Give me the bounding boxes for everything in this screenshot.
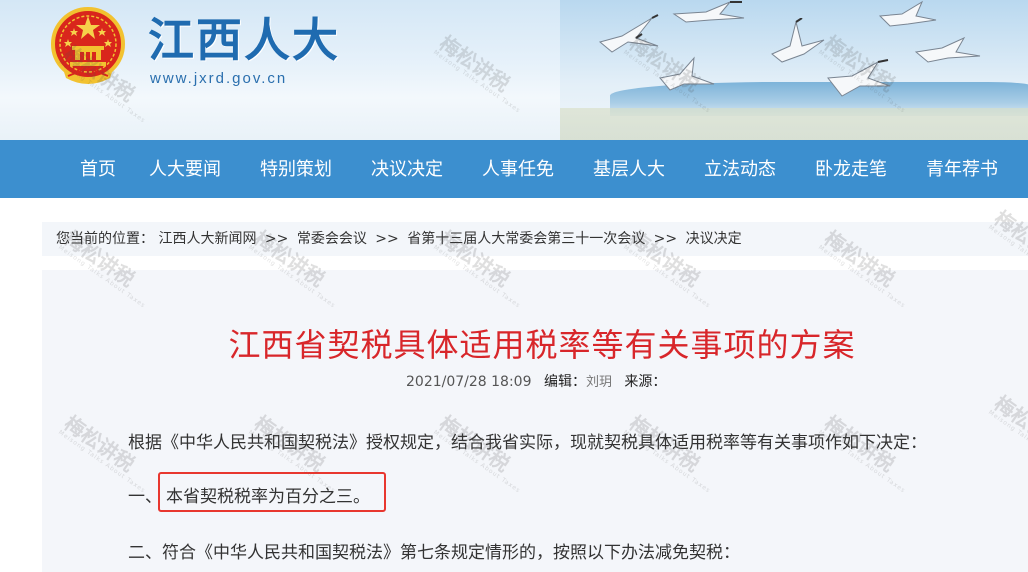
article-paragraph: 根据《中华人民共和国契税法》授权规定，结合我省实际，现就契税具体适用税率等有关事…	[128, 433, 927, 453]
breadcrumb-link-resolutions[interactable]: 决议决定	[686, 231, 742, 247]
article-title: 江西省契税具体适用税率等有关事项的方案	[228, 326, 856, 364]
site-url[interactable]: www.jxrd.gov.cn	[150, 70, 287, 87]
crane-icon	[827, 59, 891, 97]
nav-item-news[interactable]: 人大要闻	[149, 140, 221, 198]
nav-item-wolong[interactable]: 卧龙走笔	[815, 140, 887, 198]
breadcrumb-prefix: 您当前的位置：	[56, 231, 154, 247]
article-editor: 刘玥	[585, 375, 612, 390]
crane-icon	[598, 14, 659, 53]
crane-icon	[672, 1, 745, 23]
nav-item-books[interactable]: 青年荐书	[926, 140, 998, 198]
source-label: 来源：	[624, 374, 667, 390]
nav-item-home[interactable]: 首页	[80, 140, 116, 198]
breadcrumb-separator: >>	[375, 231, 399, 247]
crane-icon	[878, 0, 937, 27]
breadcrumb-separator: >>	[264, 231, 289, 247]
nav-item-grassroots[interactable]: 基层人大	[593, 140, 665, 198]
nav-item-appointments[interactable]: 人事任免	[482, 140, 554, 198]
breadcrumb: 您当前的位置： 江西人大新闻网 >> 常委会会议 >> 省第十三届人大常委会第三…	[42, 222, 1028, 256]
nav-item-special[interactable]: 特别策划	[260, 140, 332, 198]
nav-item-resolutions[interactable]: 决议决定	[371, 140, 443, 198]
highlight-box	[158, 472, 386, 512]
article-meta: 2021/07/28 18:09 编辑：刘玥 来源：	[406, 371, 666, 391]
breadcrumb-link-session[interactable]: 省第十三届人大常委会第三十一次会议	[407, 231, 645, 247]
editor-label: 编辑：	[543, 374, 586, 390]
banner-shore	[560, 108, 1028, 140]
site-title[interactable]: 江西人大	[148, 12, 340, 68]
main-nav: 首页 人大要闻 特别策划 决议决定 人事任免 基层人大 立法动态 卧龙走笔 青年…	[0, 140, 1028, 198]
nav-item-legislation[interactable]: 立法动态	[704, 140, 776, 198]
header-banner: 江西人大 www.jxrd.gov.cn	[0, 0, 1028, 140]
breadcrumb-separator: >>	[653, 231, 678, 247]
national-emblem-icon	[51, 7, 125, 84]
article-datetime: 2021/07/28 18:09	[406, 374, 532, 390]
breadcrumb-link-committee[interactable]: 常委会会议	[297, 231, 367, 247]
crane-icon	[914, 36, 981, 63]
breadcrumb-link-home[interactable]: 江西人大新闻网	[158, 231, 256, 247]
article-panel	[42, 270, 1028, 572]
article-paragraph: 二、符合《中华人民共和国契税法》第七条规定情形的，按照以下办法减免契税：	[128, 543, 740, 563]
crane-icon	[659, 56, 715, 91]
article-paragraph-number: 一、	[128, 487, 162, 507]
